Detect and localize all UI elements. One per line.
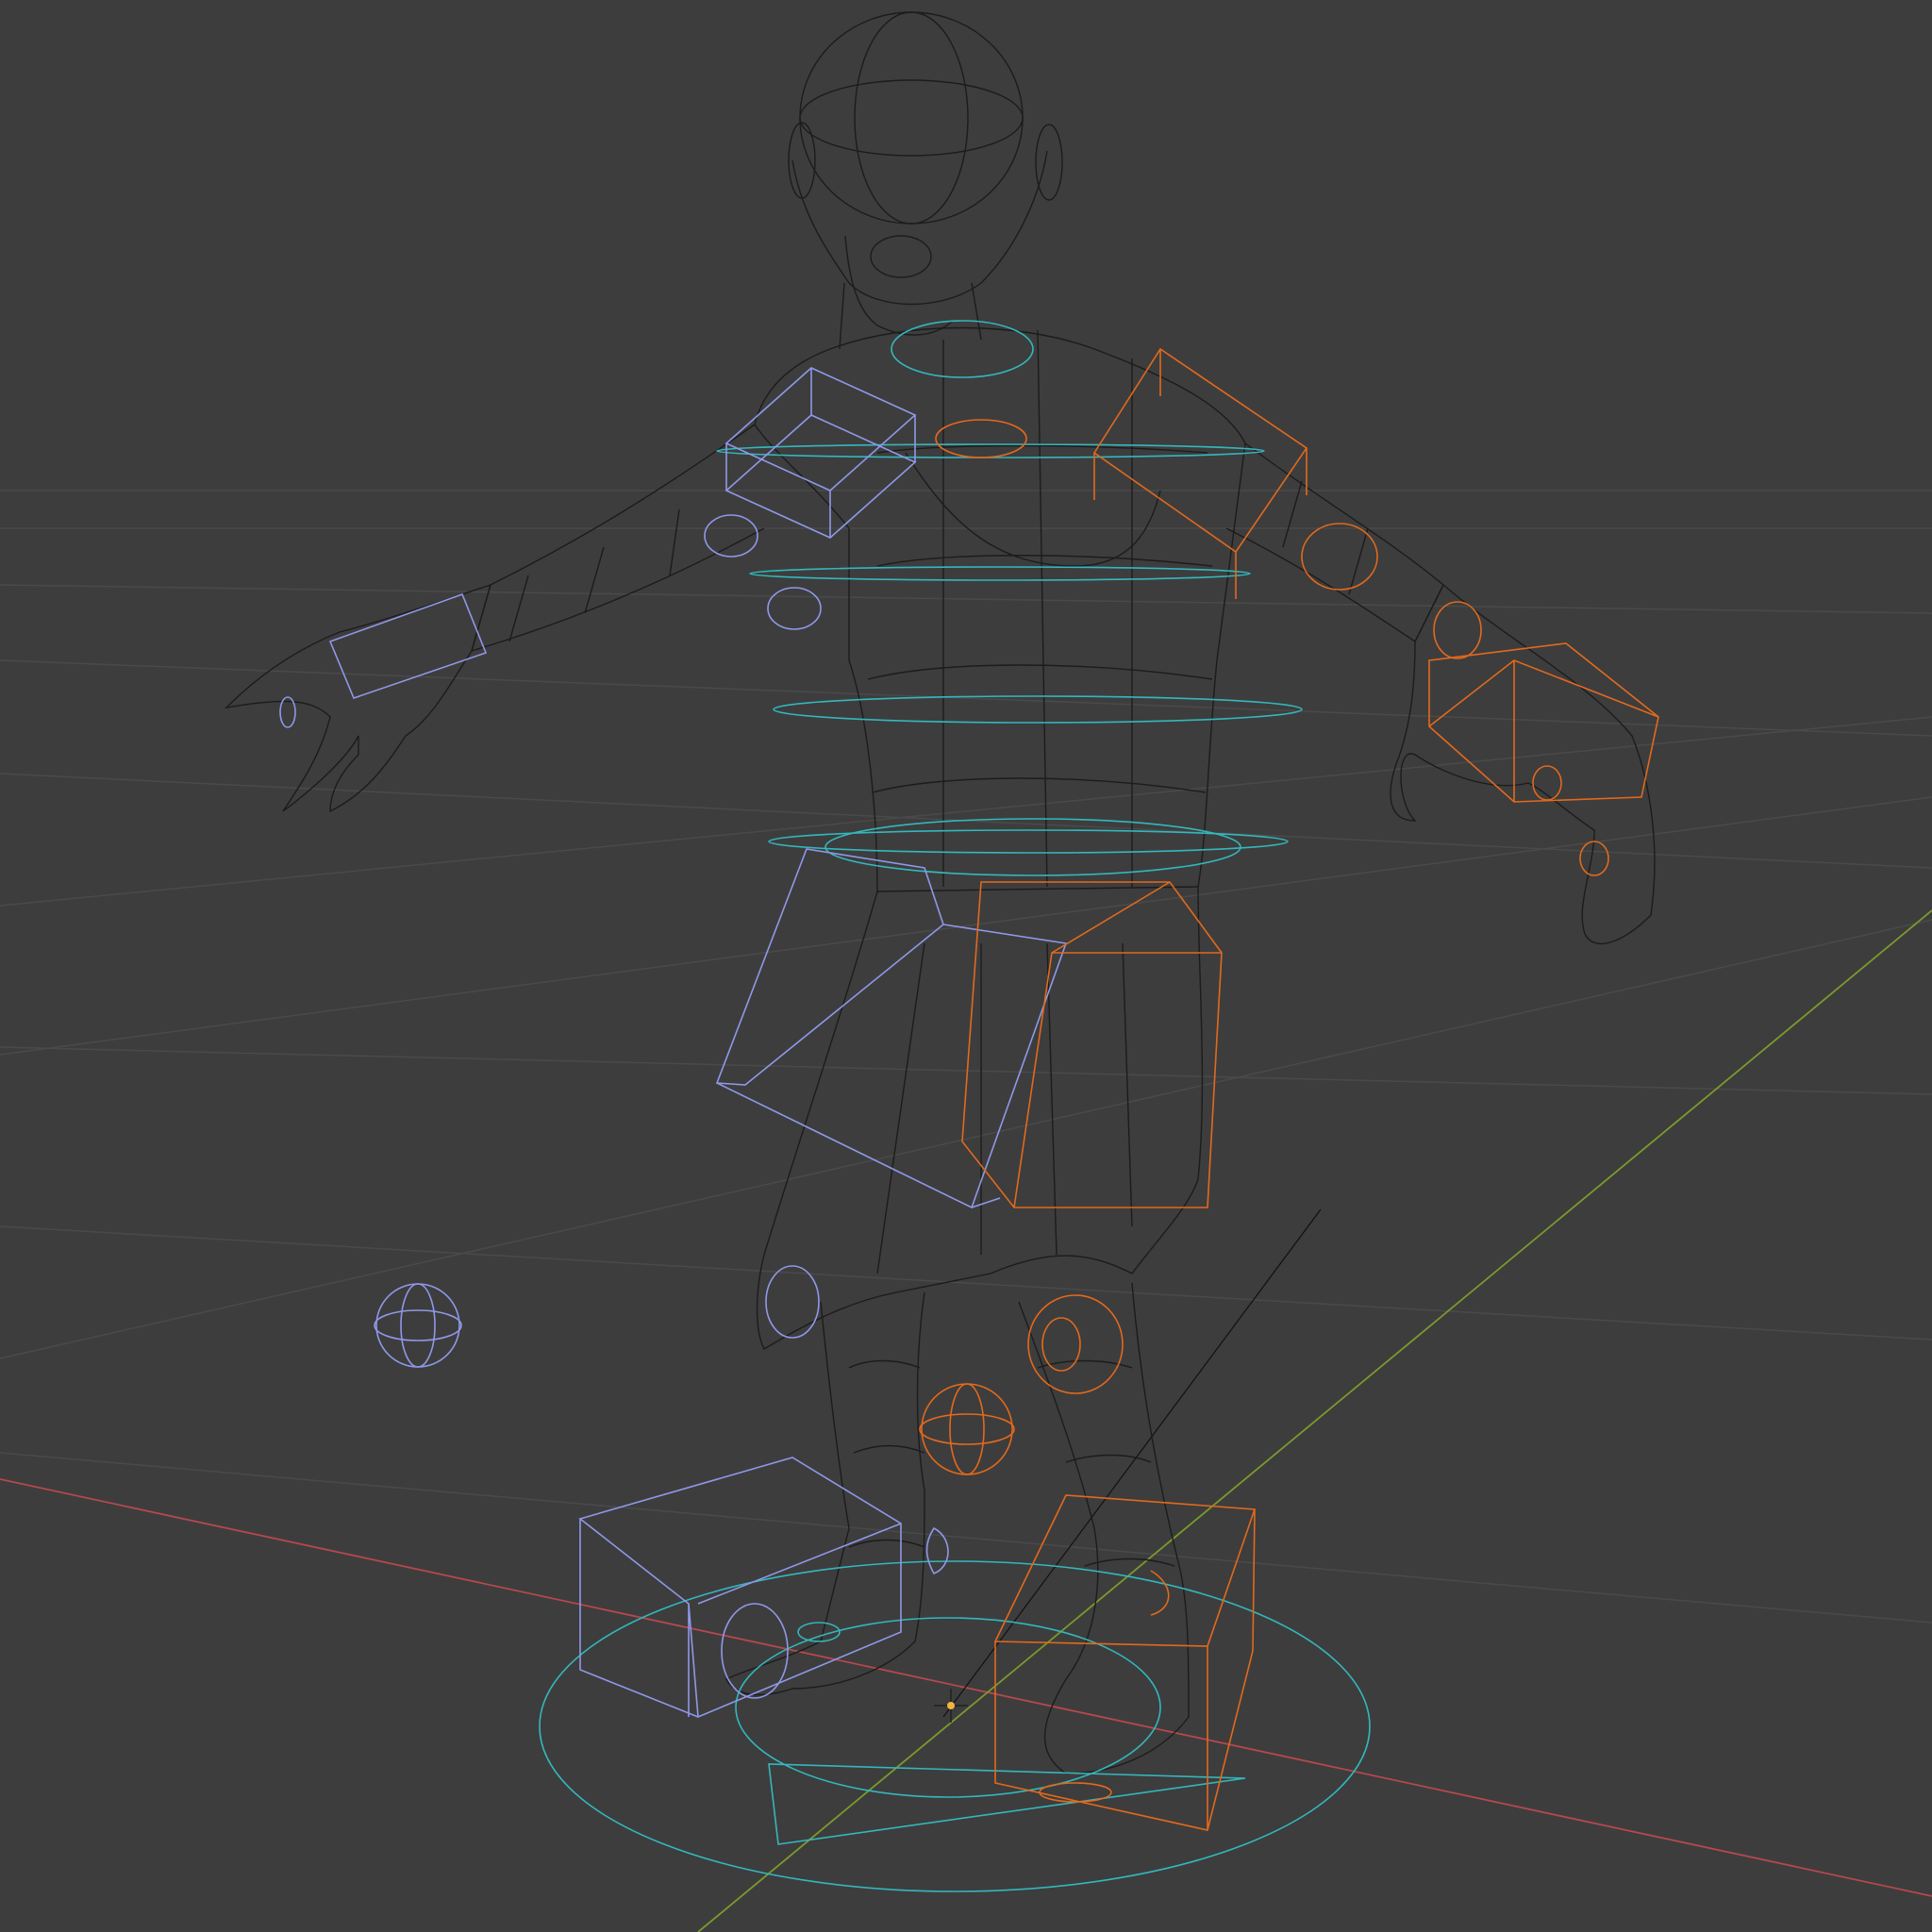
mesh-torso-line — [876, 444, 1208, 454]
spine-controls[interactable] — [539, 320, 1371, 1892]
knee-control-left[interactable] — [765, 1265, 820, 1339]
axis-lines — [0, 909, 1932, 1932]
mesh-torso-line — [872, 777, 1207, 793]
forearm-control-right[interactable] — [1433, 601, 1482, 659]
shoulder-control-left[interactable] — [724, 367, 917, 539]
ik-target-left-ring[interactable] — [374, 1309, 462, 1341]
hip-control-left[interactable] — [715, 848, 1068, 1209]
grid-line — [0, 796, 1932, 1056]
mesh-head-ring — [854, 11, 969, 225]
mesh-arm-left — [470, 424, 765, 653]
mesh-skirt — [756, 886, 1204, 1350]
hips-control-ring[interactable] — [768, 829, 1289, 854]
root-control-outer[interactable] — [539, 1560, 1371, 1892]
3d-viewport[interactable] — [0, 0, 1932, 1932]
mesh-head — [799, 11, 1024, 225]
mesh-torso-line — [876, 555, 1213, 567]
left-side-controls[interactable] — [279, 367, 1068, 1719]
armpit-control-left[interactable] — [767, 587, 822, 630]
mesh-hand-right — [1390, 583, 1656, 944]
mesh-torso-line — [867, 664, 1213, 680]
mesh-leg-left-line — [848, 1359, 925, 1548]
grid-line — [0, 1225, 1932, 1341]
clavicle-control-right[interactable] — [935, 419, 1027, 458]
x-axis-line — [0, 1478, 1932, 1897]
right-side-controls[interactable] — [919, 347, 1659, 1831]
finger-control-right[interactable] — [1579, 841, 1609, 876]
ik-target-right-ring[interactable] — [949, 1383, 985, 1475]
grid-line — [0, 919, 1932, 1359]
grid-line — [0, 584, 1932, 614]
mesh-arm-right-line — [1282, 480, 1369, 595]
mesh-torso — [754, 326, 1246, 892]
heel-roll-right[interactable] — [1150, 1570, 1170, 1616]
ik-target-left-ring[interactable] — [400, 1283, 436, 1368]
mesh-ear-right — [1035, 124, 1063, 201]
scene-origin[interactable] — [934, 1689, 968, 1723]
root-control-direction[interactable] — [768, 1763, 1246, 1845]
ik-target-left[interactable] — [375, 1283, 460, 1368]
heel-control-right[interactable] — [1039, 1782, 1112, 1803]
mesh-torso-line — [942, 329, 1133, 888]
y-axis-line — [697, 909, 1932, 1932]
hip-control-right[interactable] — [961, 881, 1223, 1208]
floor-grid — [0, 490, 1932, 1624]
mesh-head-ring — [799, 79, 1024, 157]
neck-control-ring[interactable] — [891, 320, 1034, 378]
mesh-leg-right-line — [1037, 1359, 1175, 1567]
shoulder-control-right[interactable] — [1092, 347, 1308, 599]
mesh-mouth — [870, 235, 932, 278]
mesh-hand-left — [224, 583, 492, 813]
ik-target-right[interactable] — [921, 1383, 1013, 1475]
grid-line — [0, 716, 1932, 907]
ik-target-right-ring[interactable] — [919, 1413, 1015, 1445]
spine-control-ring[interactable] — [749, 566, 1251, 581]
elbow-control-right[interactable] — [1301, 523, 1378, 591]
mesh-arm-right — [1225, 442, 1444, 643]
toe-control-left[interactable] — [721, 1603, 789, 1699]
character-mesh[interactable] — [224, 11, 1656, 1774]
mesh-jaw — [844, 235, 954, 336]
mesh-skirt-fold — [876, 942, 1133, 1274]
waist-control-ring[interactable] — [773, 695, 1303, 724]
mesh-face — [791, 150, 1048, 306]
pelvis-control-ring[interactable] — [824, 818, 1241, 876]
viewport-canvas[interactable] — [0, 0, 1932, 1932]
origin-point[interactable] — [947, 1702, 955, 1709]
wrist-control-left[interactable] — [328, 592, 488, 699]
grid-line — [0, 1452, 1932, 1624]
foot-control-right[interactable] — [994, 1494, 1256, 1831]
